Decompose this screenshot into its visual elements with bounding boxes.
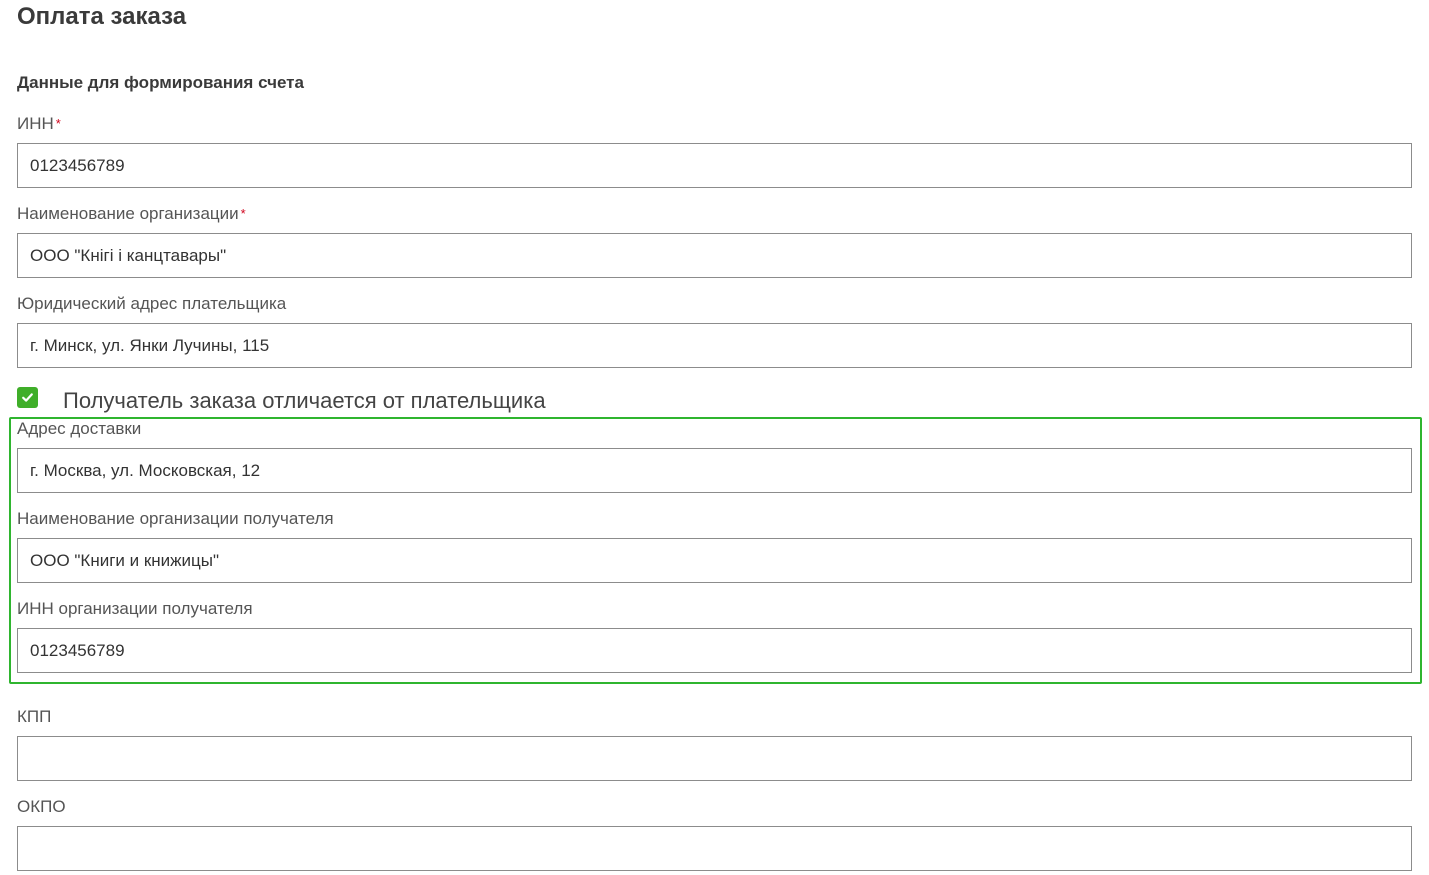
okpo-field: ОКПО [17, 796, 1412, 871]
recipient-inn-field: ИНН организации получателя [17, 598, 1412, 673]
okpo-label: ОКПО [17, 797, 66, 816]
recipient-inn-label: ИНН организации получателя [17, 599, 253, 618]
recipient-differs-row: Получатель заказа отличается от плательщ… [17, 385, 546, 413]
payer-org-name-field: Наименование организации * [17, 203, 1412, 278]
payer-legal-address-field: Юридический адрес плательщика [17, 293, 1412, 368]
delivery-address-field: Адрес доставки [17, 418, 1412, 493]
page-title: Оплата заказа [17, 3, 187, 30]
recipient-org-name-label: Наименование организации получателя [17, 509, 334, 528]
payer-legal-address-input[interactable] [17, 323, 1412, 368]
delivery-address-input[interactable] [17, 448, 1412, 493]
payer-org-name-label: Наименование организации * [17, 203, 1412, 225]
payer-inn-input[interactable] [17, 143, 1412, 188]
payer-legal-address-label: Юридический адрес плательщика [17, 294, 287, 313]
required-marker: * [240, 206, 246, 221]
kpp-input[interactable] [17, 736, 1412, 781]
payer-inn-field: ИНН * [17, 113, 1412, 188]
order-payment-page: Оплата заказа Данные для формирования сч… [0, 0, 1429, 875]
recipient-org-name-input[interactable] [17, 538, 1412, 583]
kpp-label: КПП [17, 707, 52, 726]
payer-inn-label: ИНН * [17, 113, 1412, 135]
recipient-inn-input[interactable] [17, 628, 1412, 673]
kpp-field: КПП [17, 706, 1412, 781]
section-title: Данные для формирования счета [17, 73, 304, 92]
required-marker: * [55, 116, 61, 131]
recipient-differs-label[interactable]: Получатель заказа отличается от плательщ… [63, 387, 546, 415]
payer-inn-label-text: ИНН [17, 114, 54, 133]
payer-org-name-label-text: Наименование организации [17, 204, 239, 223]
payer-org-name-input[interactable] [17, 233, 1412, 278]
recipient-org-name-field: Наименование организации получателя [17, 508, 1412, 583]
checkmark-icon [22, 392, 33, 402]
delivery-address-label: Адрес доставки [17, 419, 142, 438]
recipient-differs-checkbox[interactable] [17, 386, 38, 408]
okpo-input[interactable] [17, 826, 1412, 871]
